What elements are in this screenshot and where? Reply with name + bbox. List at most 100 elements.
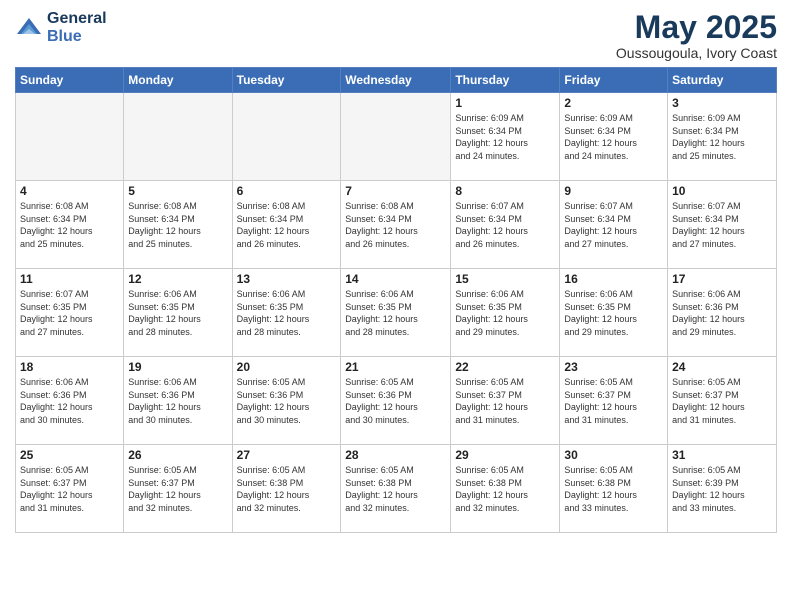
day-info: Sunrise: 6:07 AM Sunset: 6:34 PM Dayligh… bbox=[455, 200, 555, 250]
day-info: Sunrise: 6:07 AM Sunset: 6:34 PM Dayligh… bbox=[564, 200, 663, 250]
calendar-week-row: 11 Sunrise: 6:07 AM Sunset: 6:35 PM Dayli… bbox=[16, 269, 777, 357]
calendar-table: SundayMondayTuesdayWednesdayThursdayFrid… bbox=[15, 67, 777, 533]
calendar-cell: 26Sunrise: 6:05 AM Sunset: 6:37 PM Dayli… bbox=[124, 445, 232, 533]
day-number: 11 bbox=[20, 272, 119, 286]
day-number: 23 bbox=[564, 360, 663, 374]
calendar-week-row: 18 Sunrise: 6:06 AM Sunset: 6:36 PM Dayli… bbox=[16, 357, 777, 445]
day-info: Sunrise: 6:06 AM Sunset: 6:35 PM Dayligh… bbox=[237, 288, 337, 338]
calendar-header-row: SundayMondayTuesdayWednesdayThursdayFrid… bbox=[16, 68, 777, 93]
calendar-cell bbox=[232, 93, 341, 181]
day-number: 13 bbox=[237, 272, 337, 286]
calendar-cell: 16 Sunrise: 6:06 AM Sunset: 6:35 PM Dayli… bbox=[560, 269, 668, 357]
calendar-cell bbox=[124, 93, 232, 181]
calendar-cell: 12Sunrise: 6:06 AM Sunset: 6:35 PM Dayli… bbox=[124, 269, 232, 357]
calendar-cell: 8 Sunrise: 6:07 AM Sunset: 6:34 PM Daylig… bbox=[451, 181, 560, 269]
calendar-cell: 29 Sunrise: 6:05 AM Sunset: 6:38 PM Dayli… bbox=[451, 445, 560, 533]
calendar-cell bbox=[16, 93, 124, 181]
day-number: 16 bbox=[564, 272, 663, 286]
day-info: Sunrise: 6:05 AM Sunset: 6:37 PM Dayligh… bbox=[672, 376, 772, 426]
day-number: 31 bbox=[672, 448, 772, 462]
day-info: Sunrise: 6:05 AM Sunset: 6:37 PM Dayligh… bbox=[20, 464, 119, 514]
day-info: Sunrise: 6:08 AM Sunset: 6:34 PM Dayligh… bbox=[237, 200, 337, 250]
day-number: 6 bbox=[237, 184, 337, 198]
calendar-cell: 2 Sunrise: 6:09 AM Sunset: 6:34 PM Daylig… bbox=[560, 93, 668, 181]
day-number: 3 bbox=[672, 96, 772, 110]
day-info: Sunrise: 6:09 AM Sunset: 6:34 PM Dayligh… bbox=[455, 112, 555, 162]
calendar-cell: 3 Sunrise: 6:09 AM Sunset: 6:34 PM Daylig… bbox=[668, 93, 777, 181]
day-number: 18 bbox=[20, 360, 119, 374]
day-number: 10 bbox=[672, 184, 772, 198]
calendar-cell: 19Sunrise: 6:06 AM Sunset: 6:36 PM Dayli… bbox=[124, 357, 232, 445]
day-info: Sunrise: 6:09 AM Sunset: 6:34 PM Dayligh… bbox=[672, 112, 772, 162]
day-number: 19 bbox=[128, 360, 227, 374]
day-number: 28 bbox=[345, 448, 446, 462]
weekday-header: Sunday bbox=[16, 68, 124, 93]
day-number: 26 bbox=[128, 448, 227, 462]
calendar-week-row: 25 Sunrise: 6:05 AM Sunset: 6:37 PM Dayli… bbox=[16, 445, 777, 533]
calendar-cell: 6 Sunrise: 6:08 AM Sunset: 6:34 PM Daylig… bbox=[232, 181, 341, 269]
day-info: Sunrise: 6:06 AM Sunset: 6:35 PM Dayligh… bbox=[564, 288, 663, 338]
day-info: Sunrise: 6:06 AM Sunset: 6:35 PM Dayligh… bbox=[455, 288, 555, 338]
day-info: Sunrise: 6:07 AM Sunset: 6:34 PM Dayligh… bbox=[672, 200, 772, 250]
day-info: Sunrise: 6:06 AM Sunset: 6:36 PM Dayligh… bbox=[20, 376, 119, 426]
day-number: 25 bbox=[20, 448, 119, 462]
calendar-cell bbox=[341, 93, 451, 181]
day-info: Sunrise: 6:09 AM Sunset: 6:34 PM Dayligh… bbox=[564, 112, 663, 162]
logo-text: General Blue bbox=[47, 10, 107, 45]
calendar-cell: 24 Sunrise: 6:05 AM Sunset: 6:37 PM Dayli… bbox=[668, 357, 777, 445]
day-info: Sunrise: 6:05 AM Sunset: 6:38 PM Dayligh… bbox=[455, 464, 555, 514]
day-number: 1 bbox=[455, 96, 555, 110]
day-number: 27 bbox=[237, 448, 337, 462]
day-info: Sunrise: 6:05 AM Sunset: 6:36 PM Dayligh… bbox=[345, 376, 446, 426]
calendar-cell: 15 Sunrise: 6:06 AM Sunset: 6:35 PM Dayli… bbox=[451, 269, 560, 357]
subtitle: Oussougoula, Ivory Coast bbox=[616, 45, 777, 61]
day-number: 4 bbox=[20, 184, 119, 198]
calendar-week-row: 1 Sunrise: 6:09 AM Sunset: 6:34 PM Daylig… bbox=[16, 93, 777, 181]
calendar-cell: 4 Sunrise: 6:08 AM Sunset: 6:34 PM Daylig… bbox=[16, 181, 124, 269]
day-number: 15 bbox=[455, 272, 555, 286]
day-info: Sunrise: 6:07 AM Sunset: 6:35 PM Dayligh… bbox=[20, 288, 119, 338]
calendar-cell: 30Sunrise: 6:05 AM Sunset: 6:38 PM Dayli… bbox=[560, 445, 668, 533]
day-number: 9 bbox=[564, 184, 663, 198]
calendar-cell: 9 Sunrise: 6:07 AM Sunset: 6:34 PM Daylig… bbox=[560, 181, 668, 269]
day-number: 8 bbox=[455, 184, 555, 198]
calendar-cell: 31Sunrise: 6:05 AM Sunset: 6:39 PM Dayli… bbox=[668, 445, 777, 533]
weekday-header: Saturday bbox=[668, 68, 777, 93]
calendar-cell: 1 Sunrise: 6:09 AM Sunset: 6:34 PM Daylig… bbox=[451, 93, 560, 181]
day-info: Sunrise: 6:06 AM Sunset: 6:36 PM Dayligh… bbox=[672, 288, 772, 338]
weekday-header: Tuesday bbox=[232, 68, 341, 93]
calendar-cell: 13 Sunrise: 6:06 AM Sunset: 6:35 PM Dayli… bbox=[232, 269, 341, 357]
day-number: 24 bbox=[672, 360, 772, 374]
page: General Blue May 2025 Oussougoula, Ivory… bbox=[0, 0, 792, 612]
day-number: 21 bbox=[345, 360, 446, 374]
header: General Blue May 2025 Oussougoula, Ivory… bbox=[15, 10, 777, 61]
calendar-cell: 5 Sunrise: 6:08 AM Sunset: 6:34 PM Daylig… bbox=[124, 181, 232, 269]
weekday-header: Thursday bbox=[451, 68, 560, 93]
day-number: 5 bbox=[128, 184, 227, 198]
weekday-header: Monday bbox=[124, 68, 232, 93]
logo: General Blue bbox=[15, 10, 107, 45]
main-title: May 2025 bbox=[616, 10, 777, 45]
calendar-cell: 10 Sunrise: 6:07 AM Sunset: 6:34 PM Dayli… bbox=[668, 181, 777, 269]
day-info: Sunrise: 6:05 AM Sunset: 6:37 PM Dayligh… bbox=[455, 376, 555, 426]
day-info: Sunrise: 6:08 AM Sunset: 6:34 PM Dayligh… bbox=[345, 200, 446, 250]
title-block: May 2025 Oussougoula, Ivory Coast bbox=[616, 10, 777, 61]
day-number: 14 bbox=[345, 272, 446, 286]
day-number: 2 bbox=[564, 96, 663, 110]
day-info: Sunrise: 6:08 AM Sunset: 6:34 PM Dayligh… bbox=[20, 200, 119, 250]
calendar-cell: 18 Sunrise: 6:06 AM Sunset: 6:36 PM Dayli… bbox=[16, 357, 124, 445]
calendar-cell: 7 Sunrise: 6:08 AM Sunset: 6:34 PM Daylig… bbox=[341, 181, 451, 269]
day-info: Sunrise: 6:08 AM Sunset: 6:34 PM Dayligh… bbox=[128, 200, 227, 250]
day-info: Sunrise: 6:05 AM Sunset: 6:38 PM Dayligh… bbox=[345, 464, 446, 514]
calendar-cell: 22Sunrise: 6:05 AM Sunset: 6:37 PM Dayli… bbox=[451, 357, 560, 445]
day-number: 7 bbox=[345, 184, 446, 198]
calendar-cell: 11 Sunrise: 6:07 AM Sunset: 6:35 PM Dayli… bbox=[16, 269, 124, 357]
calendar-cell: 27Sunrise: 6:05 AM Sunset: 6:38 PM Dayli… bbox=[232, 445, 341, 533]
calendar-cell: 14Sunrise: 6:06 AM Sunset: 6:35 PM Dayli… bbox=[341, 269, 451, 357]
day-info: Sunrise: 6:05 AM Sunset: 6:38 PM Dayligh… bbox=[564, 464, 663, 514]
weekday-header: Wednesday bbox=[341, 68, 451, 93]
calendar-cell: 21 Sunrise: 6:05 AM Sunset: 6:36 PM Dayli… bbox=[341, 357, 451, 445]
day-number: 29 bbox=[455, 448, 555, 462]
weekday-header: Friday bbox=[560, 68, 668, 93]
day-info: Sunrise: 6:05 AM Sunset: 6:37 PM Dayligh… bbox=[564, 376, 663, 426]
